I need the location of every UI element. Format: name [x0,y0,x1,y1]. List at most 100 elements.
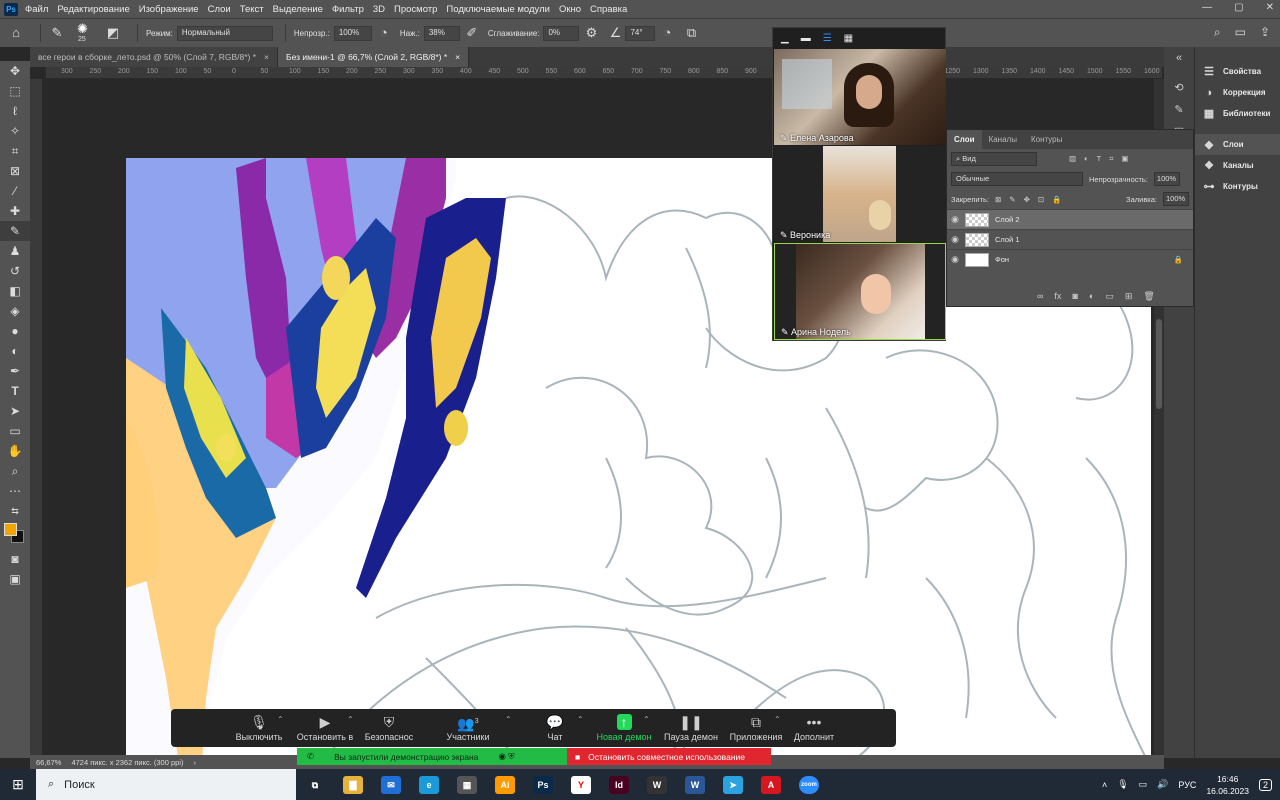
folder-icon[interactable]: ▭ [1105,291,1114,302]
network-icon[interactable]: ▭ [1139,779,1148,790]
angle-field[interactable]: 74° [625,25,656,41]
frame-tool-icon[interactable]: ⊠ [0,161,30,181]
collapse-arrows-icon[interactable]: « [1164,47,1194,77]
eyedropper-tool-icon[interactable]: ⁄ [0,181,30,201]
more-tools-icon[interactable]: ⋯ [0,481,30,501]
chevron-down-icon[interactable]: ⌃ [577,715,584,724]
panel-properties[interactable]: ☰ Свойства [1195,61,1280,82]
tab-document-untitled[interactable]: Без имени-1 @ 66,7% (Слой 2, RGB/8*) * × [278,47,470,67]
zoom-tool-icon[interactable]: ⌕ [0,461,30,481]
chevron-up-icon[interactable]: ˄ [1102,780,1107,790]
task-view-icon[interactable]: ⧉ [296,769,334,800]
crop-tool-icon[interactable]: ⌗ [0,141,30,161]
blur-tool-icon[interactable]: ● [0,321,30,341]
zoom-level[interactable]: 66,67% [36,758,61,767]
foreground-color-swatch[interactable] [4,523,17,536]
taskbar-app-telegram-icon[interactable]: ➤ [714,769,752,800]
color-swatches[interactable] [0,521,30,549]
screen-mode-icon[interactable]: ▣ [0,569,30,589]
brush-tool-icon[interactable]: ✎ [49,25,65,41]
close-icon[interactable]: × [455,52,460,62]
menu-item-plugins[interactable]: Подключаемые модули [446,4,550,15]
video-feed-participant-1[interactable]: ✎ Елена Азарова [774,49,946,145]
panel-adjustments[interactable]: ◑ Коррекция [1195,82,1280,103]
airbrush-icon[interactable]: ✐ [464,25,480,41]
tab-paths[interactable]: Контуры [1024,130,1069,149]
magic-wand-tool-icon[interactable]: ✧ [0,121,30,141]
bucket-tool-icon[interactable]: ◈ [0,301,30,321]
taskbar-app-edge-icon[interactable]: e [410,769,448,800]
pressure-opacity-icon[interactable]: ◔ [376,25,392,41]
history-brush-tool-icon[interactable]: ↺ [0,261,30,281]
eye-icon[interactable]: ◉ [947,254,963,265]
menu-item-window[interactable]: Окно [559,4,581,15]
notifications-badge[interactable]: 2 [1258,778,1272,791]
stop-share-button[interactable]: ■ Остановить совместное использование [567,748,771,765]
panel-channels[interactable]: ❖ Каналы [1195,155,1280,176]
fill-field[interactable]: 100% [1163,192,1189,206]
history-icon[interactable]: ⟲ [1164,77,1194,99]
menu-item-text[interactable]: Текст [240,4,264,15]
layer-row[interactable]: ◉ Слой 2 [947,209,1193,229]
lock-icons[interactable]: ⊠✎✥⊡🔒 [995,195,1069,204]
language-indicator[interactable]: РУС [1178,780,1196,790]
taskbar-app-zoom-icon[interactable]: zoom [790,769,828,800]
hand-tool-icon[interactable]: ✋ [0,441,30,461]
chevron-down-icon[interactable]: ⌃ [505,715,512,724]
taskbar-app-calculator-icon[interactable]: ▦ [448,769,486,800]
pressure-size-icon[interactable]: ◔ [659,25,675,41]
smoothing-field[interactable]: 0% [543,25,580,41]
link-icon[interactable]: ∞ [1037,291,1043,302]
layer-filter-select[interactable]: ⌕ Вид [951,152,1037,166]
quick-mask-icon[interactable]: ◙ [0,549,30,569]
layer-row[interactable]: ◉ Слой 1 [947,229,1193,249]
healing-tool-icon[interactable]: ✚ [0,201,30,221]
move-tool-icon[interactable]: ✥ [0,61,30,81]
menu-item-layers[interactable]: Слои [208,4,231,15]
panel-paths[interactable]: ⊶ Контуры [1195,176,1280,197]
menu-item-edit[interactable]: Редактирование [57,4,129,15]
new-layer-icon[interactable]: ⊞ [1125,291,1133,302]
trash-icon[interactable]: 🗑 [1143,291,1154,302]
clock[interactable]: 16:46 16.06.2023 [1206,773,1249,797]
minimize-video-icon[interactable]: ▁ [781,33,789,44]
workspace-icon[interactable]: ▭ [1235,25,1246,40]
menu-item-filter[interactable]: Фильтр [332,4,364,15]
mode-select[interactable]: Нормальный [176,25,273,41]
eye-icon[interactable]: ◉ [947,234,963,245]
gear-icon[interactable]: ⚙ [583,25,599,41]
search-icon[interactable]: ⌕ [1214,25,1221,40]
brush-preset-picker[interactable]: ✺ 25 [73,21,97,45]
rectangle-tool-icon[interactable]: ▭ [0,421,30,441]
taskbar-app-yandex-icon[interactable]: Y [562,769,600,800]
menu-item-file[interactable]: Файл [25,4,48,15]
gallery-view-icon[interactable]: ▦ [844,33,853,44]
layer-opacity-field[interactable]: 100% [1153,172,1180,186]
tab-channels[interactable]: Каналы [982,130,1024,149]
taskbar-app-photoshop-icon[interactable]: Ps [524,769,562,800]
chevron-right-icon[interactable]: › [193,758,196,767]
menu-item-help[interactable]: Справка [590,4,627,15]
speaker-view-icon[interactable]: ☰ [823,33,832,44]
volume-icon[interactable]: 🔊 [1157,779,1168,790]
filter-icons[interactable]: ▧◐T⌗▣ [1069,154,1137,164]
adjustment-layer-icon[interactable]: ◐ [1089,291,1094,302]
opacity-field[interactable]: 100% [333,25,372,41]
mask-icon[interactable]: ◙ [1072,291,1077,302]
close-icon[interactable]: × [264,52,269,62]
brush-settings-icon[interactable]: ◩ [105,25,121,41]
pressure-field[interactable]: 38% [423,25,460,41]
maximize-button[interactable]: ▢ [1234,2,1243,13]
eraser-tool-icon[interactable]: ◧ [0,281,30,301]
dodge-tool-icon[interactable]: ◐ [0,341,30,361]
menu-item-3d[interactable]: 3D [373,4,385,15]
taskbar-app-mail-icon[interactable]: ✉ [372,769,410,800]
type-tool-icon[interactable]: T [0,381,30,401]
tab-document-summer[interactable]: все герои в сборке_лето.psd @ 50% (Слой … [30,47,279,67]
marquee-tool-icon[interactable]: ⬚ [0,81,30,101]
layer-row[interactable]: ◉ Фон 🔒 [947,249,1193,269]
document-info[interactable]: 4724 пикс. x 2362 пикс. (300 ppi) [71,758,183,767]
home-icon[interactable]: ⌂ [8,25,24,41]
scrollbar-thumb[interactable] [1156,319,1162,409]
lasso-tool-icon[interactable]: ℓ [0,101,30,121]
